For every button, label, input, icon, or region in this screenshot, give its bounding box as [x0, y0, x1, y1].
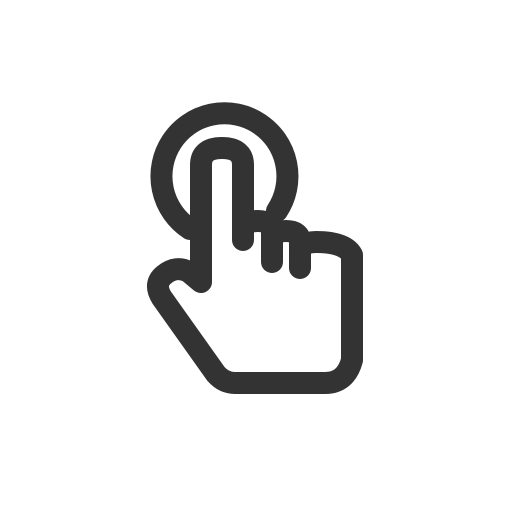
tap-gesture-icon-svg	[147, 102, 363, 394]
hand-outline	[147, 137, 363, 394]
tap-gesture-icon	[0, 0, 512, 512]
icon-canvas	[0, 0, 512, 512]
